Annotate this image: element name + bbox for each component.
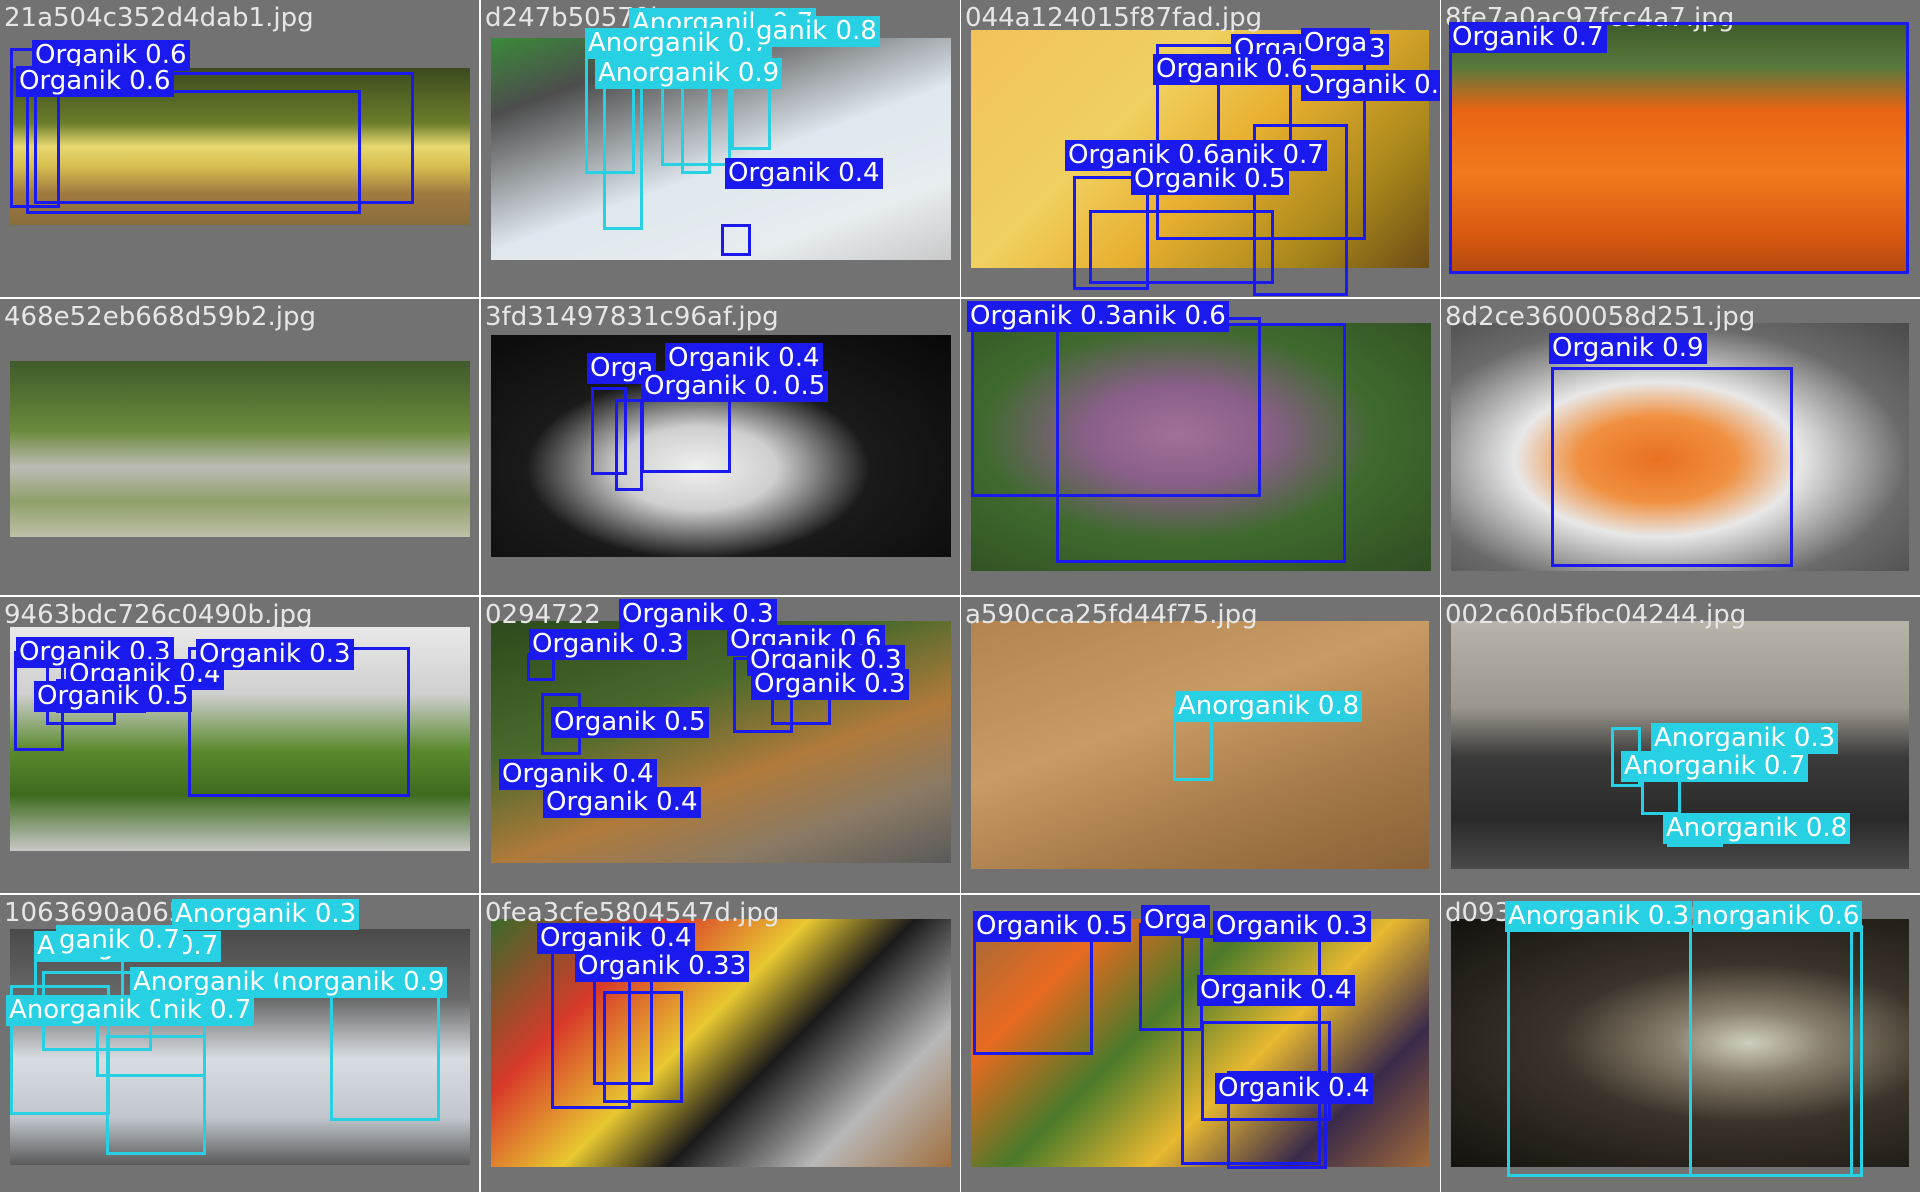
tile-filename: 468e52eb668d59b2.jpg <box>4 302 316 332</box>
organik-label: Orga <box>1141 905 1211 936</box>
anorganik-label: ganik 0.8 <box>753 16 880 47</box>
tile-filename: 0294722 <box>485 600 601 630</box>
mosaic-tile: 0fea3cfe5804547d.jpg Organik 0.4 Organik 0… <box>481 895 960 1192</box>
organik-bounding-box <box>1551 367 1793 567</box>
organik-label: Organik 0.4 <box>725 158 883 189</box>
mosaic-tile: 8d2ce3600058d251.jpg Organik 0.9 <box>1441 299 1920 595</box>
mosaic-tile: d0930f4aca4dfdd.jpgAnorganik 0.3norganik… <box>1441 895 1920 1192</box>
tile-filename: 044a124015f87fad.jpg <box>965 3 1263 33</box>
anorganik-label: norganik 0.6 <box>1693 901 1863 932</box>
organik-bounding-box <box>1056 323 1346 563</box>
anorganik-label: nik 0.7 <box>160 995 255 1026</box>
organik-label: Organik 0.3anik 0.6 <box>967 301 1229 332</box>
anorganik-label: ganik 0.7 <box>56 925 183 956</box>
mosaic-tile: 21a504c352d4dab1.jpg Organik 0.6 Organik 0… <box>0 0 479 297</box>
prediction-mosaic: 21a504c352d4dab1.jpg Organik 0.6 Organik 0… <box>0 0 1920 1192</box>
organik-label: Organik 0.6 <box>1153 54 1311 85</box>
tile-filename: a590cca25fd44f75.jpg <box>965 600 1258 630</box>
tile-filename: 21a504c352d4dab1.jpg <box>4 3 314 33</box>
anorganik-label: Anorganik 0.9 <box>595 58 783 89</box>
organik-label: Organik 0.6 <box>16 66 174 97</box>
organik-label: Organik 0.3 <box>1301 70 1440 101</box>
mosaic-tile: Organik 0.3anik 0.6 <box>961 299 1440 595</box>
mosaic-tile: Organik 0.5 Organik 0.3 Orga Organik 0.4 Org… <box>961 895 1440 1192</box>
mosaic-tile: a590cca25fd44f75.jpg Anorganik 0.8 <box>961 597 1440 893</box>
organik-label: Organik 0.9 <box>1549 333 1707 364</box>
anorganik-label: Anorganik 0.7 <box>585 28 773 59</box>
organik-bounding-box <box>615 399 643 491</box>
organik-label: Organik 0.4 <box>665 343 823 374</box>
organik-label: Organik 0.5 <box>551 707 709 738</box>
mosaic-tile: 9463bdc726c0490b.jpg Organik 0.3 Organik 0… <box>0 597 479 893</box>
organik-label: Organik 0.4 <box>543 787 701 818</box>
anorganik-label: Anorganik 0.8 <box>1663 813 1851 844</box>
tile-filename: 3fd31497831c96af.jpg <box>485 302 779 332</box>
organik-bounding-box <box>26 90 361 214</box>
anorganik-bounding-box <box>106 1035 206 1155</box>
organik-bounding-box <box>1449 22 1909 274</box>
mosaic-tile: 468e52eb668d59b2.jpg <box>0 299 479 595</box>
mosaic-tile: 8fe7a0ac97fcc4a7.jpg Organik 0.7 <box>1441 0 1920 297</box>
organik-label: Orga <box>1301 28 1371 59</box>
mosaic-tile: 3fd31497831c96af.jpg Organik 0.4 Orga Organ… <box>481 299 960 595</box>
organik-label: Organik 0.4 <box>537 923 695 954</box>
organik-label: Organik 0.3 <box>196 639 354 670</box>
anorganik-label: Anorganik 0.3 <box>172 899 360 930</box>
organik-label: Organik 0.4 <box>499 759 657 790</box>
anorganik-label: Anorganik 0.7 <box>1621 751 1809 782</box>
mosaic-tile: 002c60d5fbc04244.jpg Anorganik 0.3 Anorgan… <box>1441 597 1920 893</box>
organik-label: Organik 0.3 <box>529 629 687 660</box>
tile-photo <box>10 361 470 537</box>
organik-bounding-box <box>721 224 751 256</box>
mosaic-tile: d247b50570b Anorganik 0.7 Anorganik 0.7 gan… <box>481 0 960 297</box>
organik-label: Organik 0.33 <box>575 951 750 982</box>
organik-label: Organik 0.5 <box>34 681 192 712</box>
organik-label: Organik 0.5 <box>973 911 1131 942</box>
mosaic-tile: 0294722 Organik 0.3 Organik 0.3 Organik 0.5… <box>481 597 960 893</box>
organik-label: Organik 0.3 <box>751 669 909 700</box>
organik-bounding-box <box>973 925 1093 1055</box>
organik-label: Organik 0.4 <box>1215 1073 1373 1104</box>
organik-label: Organik 0.3 <box>641 371 799 402</box>
organik-label: Organik 0.4 <box>1197 975 1355 1006</box>
tile-filename: 002c60d5fbc04244.jpg <box>1445 600 1747 630</box>
anorganik-label: Anorganik 0.3 <box>1651 723 1839 754</box>
tile-filename: 8d2ce3600058d251.jpg <box>1445 302 1756 332</box>
organik-label: 0.5 <box>781 371 829 402</box>
anorganik-bounding-box <box>1689 925 1853 1177</box>
mosaic-tile: 1063690a0658Anorganik 0.3Anorganik 0.7ga… <box>0 895 479 1192</box>
organik-bounding-box <box>593 965 653 1085</box>
organik-label: Organik 0.3 <box>1213 911 1371 942</box>
anorganik-label: norganik 0.9 <box>278 967 448 998</box>
anorganik-label: Anorganik 0.8 <box>1175 691 1363 722</box>
tile-filename: 9463bdc726c0490b.jpg <box>4 600 313 630</box>
organik-label: Organik 0.7 <box>1449 22 1607 53</box>
anorganik-label: Anorganik 0.3 <box>1505 901 1693 932</box>
organik-label: Organik 0.5 <box>1131 164 1289 195</box>
mosaic-tile: 044a124015f87fad.jpgOrganik 0.3Organik 0… <box>961 0 1440 297</box>
